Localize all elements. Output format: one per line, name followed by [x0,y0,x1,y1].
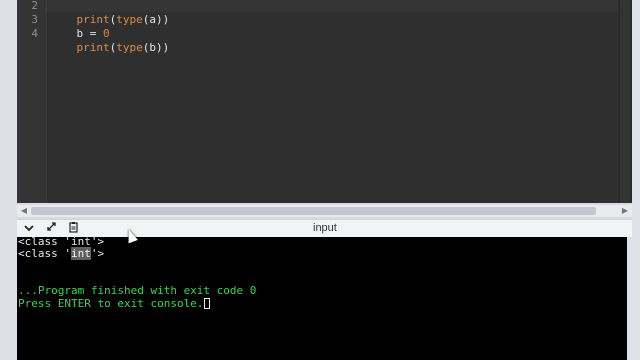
console-text: <class ' [18,247,71,260]
exit-code-message: ...Program finished with exit code 0 [18,284,257,297]
code-token: (a)) [142,13,170,26]
line-number: 4 [31,27,38,40]
scroll-left-icon[interactable]: ◀ [18,205,30,217]
code-token: print [76,41,110,54]
code-line[interactable]: print(type(b)) [50,27,170,69]
chevron-down-icon[interactable] [21,221,37,236]
line-number: 3 [31,13,38,26]
scroll-right-icon[interactable]: ▶ [619,205,631,217]
code-token: type [116,13,143,26]
console-toolbar: input [17,219,632,237]
left-margin [0,0,17,360]
gutter-divider [46,0,47,203]
console-line: Press ENTER to exit console. [18,297,211,310]
console-scrollbar[interactable] [627,237,632,360]
editor-vertical-scrollbar[interactable] [618,0,632,203]
scrollbar-thumb[interactable] [31,207,596,215]
text-cursor [204,298,211,309]
code-token: (b)) [142,41,170,54]
line-number: 2 [31,0,38,12]
scrollbar-thumb[interactable] [620,0,630,203]
code-token: type [116,41,143,54]
selected-text: int [70,247,91,260]
console-text: '> [90,247,105,260]
clipboard-icon[interactable] [65,221,81,236]
expand-arrows-icon[interactable] [43,221,59,236]
press-enter-message: Press ENTER to exit console. [18,297,204,310]
right-margin [632,0,640,360]
editor-horizontal-scrollbar[interactable]: ◀ ▶ [17,205,632,217]
tab-input[interactable]: input [313,221,337,236]
console-output[interactable]: <class 'int'> <class 'int'> ...Program f… [17,237,627,360]
code-editor[interactable]: 2 print(type(a)) 3 b = 0 4 print(type(b)… [17,0,632,203]
console-line: <class 'int'> [18,247,105,260]
